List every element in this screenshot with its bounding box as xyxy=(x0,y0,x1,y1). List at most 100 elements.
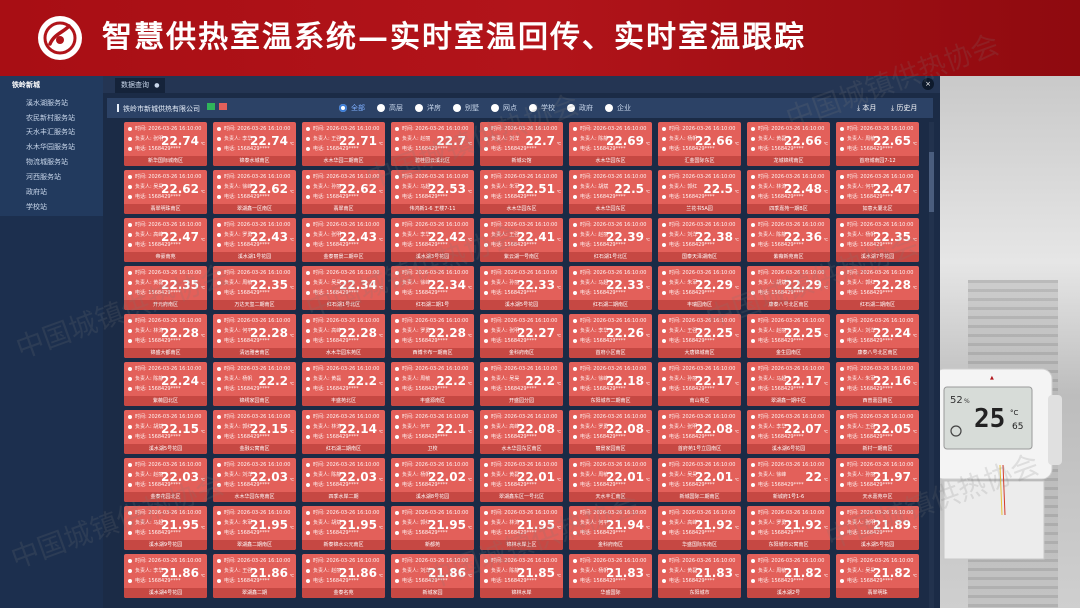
room-card[interactable]: 时间: 2026-03-26 16:10:00 负责人: 黄磊 电话: 156842… xyxy=(302,362,385,406)
room-card[interactable]: 时间: 2026-03-26 16:10:00 负责人: 林涛 电话: 156842… xyxy=(480,506,563,550)
room-card[interactable]: 时间: 2026-03-26 16:10:00 负责人: 徐峰 电话: 156842… xyxy=(747,458,830,502)
room-card[interactable]: 时间: 2026-03-26 16:10:00 负责人: 赵丽 电话: 156842… xyxy=(302,554,385,598)
room-card[interactable]: 时间: 2026-03-26 16:10:00 负责人: 高峰 电话: 156842… xyxy=(302,314,385,358)
room-card[interactable]: 时间: 2026-03-26 16:10:00 负责人: 刘洋 电话: 156842… xyxy=(480,122,563,166)
room-card[interactable]: 时间: 2026-03-26 16:10:00 负责人: 高峰 电话: 156842… xyxy=(480,410,563,454)
room-card[interactable]: 时间: 2026-03-26 16:10:00 负责人: 黄磊 电话: 156842… xyxy=(658,554,741,598)
room-card[interactable]: 时间: 2026-03-26 16:10:00 负责人: 李华 电话: 156842… xyxy=(391,218,474,262)
room-card[interactable]: 时间: 2026-03-26 16:10:00 负责人: 刘洋 电话: 156842… xyxy=(658,218,741,262)
radio-all[interactable]: 全部 xyxy=(339,103,365,113)
room-card[interactable]: 时间: 2026-03-26 16:10:00 负责人: 杨帆 电话: 156842… xyxy=(569,554,652,598)
scrollbar-thumb[interactable] xyxy=(929,152,934,212)
room-card[interactable]: 时间: 2026-03-26 16:10:00 负责人: 吴昊 电话: 156842… xyxy=(836,554,919,598)
tab-close-icon[interactable]: ● xyxy=(154,82,159,89)
room-card[interactable]: 时间: 2026-03-26 16:10:00 负责人: 李华 电话: 156842… xyxy=(124,554,207,598)
room-card[interactable]: 时间: 2026-03-26 16:10:00 负责人: 杨帆 电话: 156842… xyxy=(836,218,919,262)
room-card[interactable]: 时间: 2026-03-26 16:10:00 负责人: 刘洋 电话: 156842… xyxy=(213,458,296,502)
room-card[interactable]: 时间: 2026-03-26 16:10:00 负责人: 李华 电话: 156842… xyxy=(747,410,830,454)
radio-outlet[interactable]: 网点 xyxy=(491,103,517,113)
room-card[interactable]: 时间: 2026-03-26 16:10:00 负责人: 何平 电话: 156842… xyxy=(391,410,474,454)
room-card[interactable]: 时间: 2026-03-26 16:10:00 负责人: 杨帆 电话: 156842… xyxy=(658,122,741,166)
room-card[interactable]: 时间: 2026-03-26 16:10:00 负责人: 黄磊 电话: 156842… xyxy=(747,122,830,166)
room-card[interactable]: 时间: 2026-03-26 16:10:00 负责人: 高峰 电话: 156842… xyxy=(658,506,741,550)
room-card[interactable]: 时间: 2026-03-26 16:10:00 负责人: 陈静 电话: 156842… xyxy=(302,458,385,502)
sidebar-item[interactable]: 河西服务站 xyxy=(26,172,61,182)
sidebar-item[interactable]: 天水丰汇服务站 xyxy=(26,127,75,137)
room-card[interactable]: 时间: 2026-03-26 16:10:00 负责人: 陈静 电话: 156842… xyxy=(569,122,652,166)
radio-school[interactable]: 学校 xyxy=(529,103,555,113)
radio-high-rise[interactable]: 高层 xyxy=(377,103,403,113)
room-card[interactable]: 时间: 2026-03-26 16:10:00 负责人: 周敏 电话: 156842… xyxy=(836,122,919,166)
sidebar-item[interactable]: 物流城服务站 xyxy=(26,157,68,167)
room-card[interactable]: 时间: 2026-03-26 16:10:00 负责人: 刘洋 电话: 156842… xyxy=(836,314,919,358)
room-card[interactable]: 时间: 2026-03-26 16:10:00 负责人: 胡斌 电话: 156842… xyxy=(302,506,385,550)
room-card[interactable]: 时间: 2026-03-26 16:10:00 负责人: 杨帆 电话: 156842… xyxy=(213,362,296,406)
room-card[interactable]: 时间: 2026-03-26 16:10:00 负责人: 王强 电话: 156842… xyxy=(658,314,741,358)
room-card[interactable]: 时间: 2026-03-26 16:10:00 负责人: 何平 电话: 156842… xyxy=(213,314,296,358)
room-card[interactable]: 时间: 2026-03-26 16:10:00 负责人: 吴昊 电话: 156842… xyxy=(302,266,385,310)
sidebar-heading[interactable]: 铁岭新城 xyxy=(12,80,40,90)
sidebar-item[interactable]: 农民新村服务站 xyxy=(26,113,75,123)
room-card[interactable]: 时间: 2026-03-26 16:10:00 负责人: 赵丽 电话: 156842… xyxy=(747,314,830,358)
room-card[interactable]: 时间: 2026-03-26 16:10:00 负责人: 罗勇 电话: 156842… xyxy=(569,410,652,454)
room-card[interactable]: 时间: 2026-03-26 16:10:00 负责人: 徐峰 电话: 156842… xyxy=(569,362,652,406)
room-card[interactable]: 时间: 2026-03-26 16:10:00 负责人: 孙丽 电话: 156842… xyxy=(658,362,741,406)
room-card[interactable]: 时间: 2026-03-26 16:10:00 负责人: 胡斌 电话: 156842… xyxy=(124,410,207,454)
room-card[interactable]: 时间: 2026-03-26 16:10:00 负责人: 张明 电话: 156842… xyxy=(302,218,385,262)
radio-enterprise[interactable]: 企业 xyxy=(605,103,631,113)
room-card[interactable]: 时间: 2026-03-26 16:10:00 负责人: 黄磊 电话: 156842… xyxy=(124,266,207,310)
room-card[interactable]: 时间: 2026-03-26 16:10:00 负责人: 陈静 电话: 156842… xyxy=(480,554,563,598)
grid-scrollbar[interactable] xyxy=(929,122,934,608)
sidebar-item[interactable]: 政府站 xyxy=(26,187,47,197)
room-card[interactable]: 时间: 2026-03-26 16:10:00 负责人: 郭红 电话: 156842… xyxy=(391,506,474,550)
room-card[interactable]: 时间: 2026-03-26 16:10:00 负责人: 朱军 电话: 156842… xyxy=(658,266,741,310)
room-card[interactable]: 时间: 2026-03-26 16:10:00 负责人: 胡斌 电话: 156842… xyxy=(569,170,652,214)
radio-villa[interactable]: 别墅 xyxy=(453,103,479,113)
room-card[interactable]: 时间: 2026-03-26 16:10:00 负责人: 孙丽 电话: 156842… xyxy=(480,266,563,310)
room-card[interactable]: 时间: 2026-03-26 16:10:00 负责人: 高峰 电话: 156842… xyxy=(124,218,207,262)
room-card[interactable]: 时间: 2026-03-26 16:10:00 负责人: 赵丽 电话: 156842… xyxy=(124,458,207,502)
sidebar-item[interactable]: 水木华园服务站 xyxy=(26,142,75,152)
room-card[interactable]: 时间: 2026-03-26 16:10:00 负责人: 胡斌 电话: 156842… xyxy=(747,266,830,310)
room-card[interactable]: 时间: 2026-03-26 16:10:00 负责人: 郭红 电话: 156842… xyxy=(658,170,741,214)
room-card[interactable]: 时间: 2026-03-26 16:10:00 负责人: 朱军 电话: 156842… xyxy=(213,506,296,550)
room-card[interactable]: 时间: 2026-03-26 16:10:00 负责人: 周敏 电话: 156842… xyxy=(569,458,652,502)
room-card[interactable]: 时间: 2026-03-26 16:10:00 负责人: 王强 电话: 156842… xyxy=(302,122,385,166)
room-card[interactable]: 时间: 2026-03-26 16:10:00 负责人: 王强 电话: 156842… xyxy=(213,554,296,598)
room-card[interactable]: 时间: 2026-03-26 16:10:00 负责人: 罗勇 电话: 156842… xyxy=(391,314,474,358)
sidebar-item[interactable]: 溪水湖服务站 xyxy=(26,98,68,108)
room-card[interactable]: 时间: 2026-03-26 16:10:00 负责人: 杨帆 电话: 156842… xyxy=(391,458,474,502)
radio-garden-house[interactable]: 洋房 xyxy=(415,103,441,113)
room-card[interactable]: 时间: 2026-03-26 16:10:00 负责人: 吴昊 电话: 156842… xyxy=(658,458,741,502)
room-card[interactable]: 时间: 2026-03-26 16:10:00 负责人: 吴昊 电话: 156842… xyxy=(480,362,563,406)
history-month-button[interactable]: ⤓ 历史月 xyxy=(891,103,917,113)
window-close-button[interactable]: × xyxy=(922,78,934,90)
room-card[interactable]: 时间: 2026-03-26 16:10:00 负责人: 周敏 电话: 156842… xyxy=(747,554,830,598)
room-card[interactable]: 时间: 2026-03-26 16:10:00 负责人: 张明 电话: 156842… xyxy=(658,410,741,454)
room-card[interactable]: 时间: 2026-03-26 16:10:00 负责人: 马超 电话: 156842… xyxy=(124,506,207,550)
room-card[interactable]: 时间: 2026-03-26 16:10:00 负责人: 朱军 电话: 156842… xyxy=(480,170,563,214)
room-card[interactable]: 时间: 2026-03-26 16:10:00 负责人: 周敏 电话: 156842… xyxy=(213,266,296,310)
room-card[interactable]: 时间: 2026-03-26 16:10:00 负责人: 黄磊 电话: 156842… xyxy=(480,458,563,502)
room-card[interactable]: 时间: 2026-03-26 16:10:00 负责人: 张明 电话: 156842… xyxy=(480,314,563,358)
room-card[interactable]: 时间: 2026-03-26 16:10:00 负责人: 王强 电话: 156842… xyxy=(480,218,563,262)
room-card[interactable]: 时间: 2026-03-26 16:10:00 负责人: 何平 电话: 156842… xyxy=(836,170,919,214)
room-card[interactable]: 时间: 2026-03-26 16:10:00 负责人: 林涛 电话: 156842… xyxy=(302,410,385,454)
room-card[interactable]: 时间: 2026-03-26 16:10:00 负责人: 郭红 电话: 156842… xyxy=(213,410,296,454)
room-card[interactable]: 时间: 2026-03-26 16:10:00 负责人: 徐峰 电话: 156842… xyxy=(213,170,296,214)
room-card[interactable]: 时间: 2026-03-26 16:10:00 负责人: 林涛 电话: 156842… xyxy=(124,314,207,358)
this-month-button[interactable]: ⤓ 本月 xyxy=(857,103,876,113)
room-card[interactable]: 时间: 2026-03-26 16:10:00 负责人: 何平 电话: 156842… xyxy=(569,506,652,550)
room-card[interactable]: 时间: 2026-03-26 16:10:00 负责人: 赵丽 电话: 156842… xyxy=(391,122,474,166)
room-card[interactable]: 时间: 2026-03-26 16:10:00 负责人: 孙丽 电话: 156842… xyxy=(302,170,385,214)
room-card[interactable]: 时间: 2026-03-26 16:10:00 负责人: 徐峰 电话: 156842… xyxy=(391,266,474,310)
room-card[interactable]: 时间: 2026-03-26 16:10:00 负责人: 孙丽 电话: 156842… xyxy=(836,458,919,502)
room-card[interactable]: 时间: 2026-03-26 16:10:00 负责人: 吴昊 电话: 156842… xyxy=(124,170,207,214)
room-card[interactable]: 时间: 2026-03-26 16:10:00 负责人: 朱军 电话: 156842… xyxy=(836,362,919,406)
room-card[interactable]: 时间: 2026-03-26 16:10:00 负责人: 张明 电话: 156842… xyxy=(836,506,919,550)
radio-government[interactable]: 政府 xyxy=(567,103,593,113)
room-card[interactable]: 时间: 2026-03-26 16:10:00 负责人: 周敏 电话: 156842… xyxy=(391,362,474,406)
room-card[interactable]: 时间: 2026-03-26 16:10:00 负责人: 罗勇 电话: 156842… xyxy=(213,218,296,262)
room-card[interactable]: 时间: 2026-03-26 16:10:00 负责人: 刘洋 电话: 156842… xyxy=(391,554,474,598)
room-card[interactable]: 时间: 2026-03-26 16:10:00 负责人: 马超 电话: 156842… xyxy=(747,362,830,406)
